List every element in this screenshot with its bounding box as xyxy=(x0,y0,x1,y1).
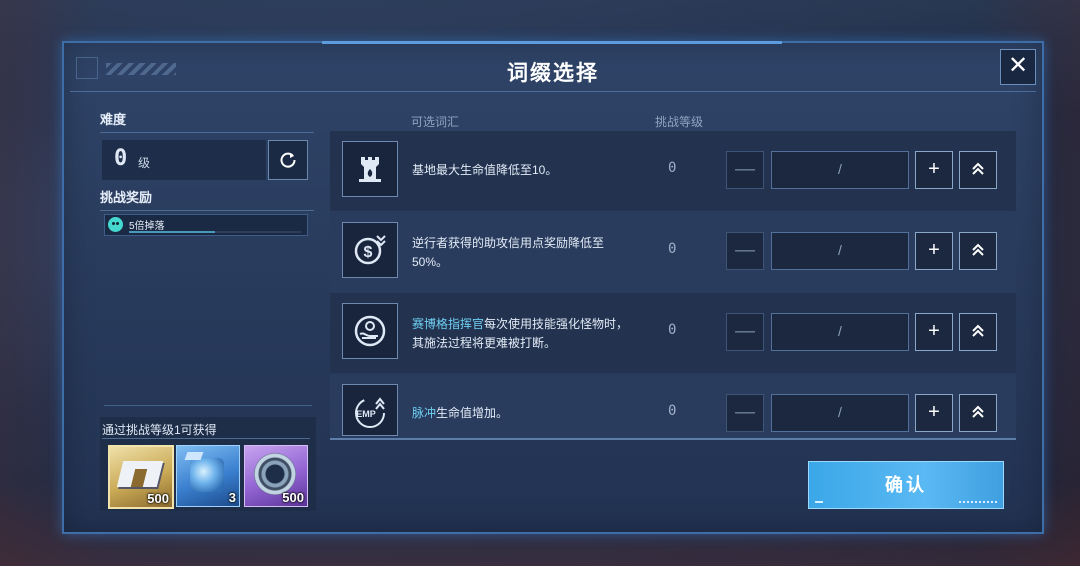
difficulty-unit: 级 xyxy=(138,156,151,170)
double-chevron-up-icon xyxy=(972,405,984,418)
max-level-button[interactable] xyxy=(959,151,997,189)
difficulty-value: 0 xyxy=(114,146,128,171)
reward-item: 5倍掉落 xyxy=(104,214,308,236)
obtain-label: 通过挑战等级1可获得 xyxy=(102,423,217,437)
max-level-button[interactable] xyxy=(959,313,997,351)
reward-progress-fill xyxy=(129,231,215,233)
level-field[interactable]: / xyxy=(771,394,909,432)
dialog-title: 词缀选择 xyxy=(507,62,599,85)
svg-text:EMP: EMP xyxy=(356,409,376,419)
decrease-button[interactable]: — xyxy=(726,151,764,189)
reward-text: 5倍掉落 xyxy=(129,221,165,232)
level-field[interactable]: / xyxy=(771,313,909,351)
svg-text:$: $ xyxy=(364,244,373,261)
affix-row: EMP 脉冲生命值增加。 0 — / + xyxy=(330,374,1016,438)
level-field[interactable]: / xyxy=(771,151,909,189)
divider xyxy=(100,132,314,133)
divider xyxy=(100,210,314,211)
credit-down-icon: $ xyxy=(354,235,386,265)
item-count: 500 xyxy=(147,491,169,506)
hand-orb-icon xyxy=(354,315,386,347)
table-bottom-line xyxy=(330,438,1016,440)
cube-icon xyxy=(190,458,224,492)
affix-row: $ 逆行者获得的助攻信用点奖励降低至50%。 0 — / + xyxy=(330,212,1016,292)
increase-button[interactable]: + xyxy=(915,313,953,351)
close-button[interactable]: ✕ xyxy=(1000,49,1036,85)
affix-description: 脉冲生命值增加。 xyxy=(412,406,509,420)
left-panel: 难度 0 级 挑战奖励 5倍掉落 xyxy=(100,109,314,236)
reward-progress-bar xyxy=(129,231,301,233)
tower-icon xyxy=(359,157,381,182)
double-chevron-up-icon xyxy=(972,243,984,256)
obtain-rewards: 通过挑战等级1可获得 500 3 500 xyxy=(100,417,316,511)
smiley-icon xyxy=(108,217,123,232)
affix-row: 基地最大生命值降低至10。 0 — / + xyxy=(330,131,1016,211)
confirm-label: 确认 xyxy=(885,475,927,495)
refresh-icon xyxy=(280,152,296,168)
decrease-button[interactable]: — xyxy=(726,232,764,270)
confirm-button[interactable]: 确认 xyxy=(808,461,1004,509)
level-field[interactable]: / xyxy=(771,232,909,270)
affix-dialog: 词缀选择 ✕ 难度 0 级 挑战奖励 5倍掉落 通过挑战等级1可获得 500 3… xyxy=(62,41,1044,534)
divider xyxy=(104,405,312,406)
affix-icon-box: $ xyxy=(342,222,398,278)
difficulty-display: 0 级 xyxy=(102,140,266,180)
reset-button[interactable] xyxy=(268,140,308,180)
double-chevron-up-icon xyxy=(972,324,984,337)
difficulty-row: 0 级 xyxy=(100,140,314,180)
ring-icon xyxy=(254,453,296,495)
affix-level: 0 xyxy=(668,241,677,257)
affix-row: 赛博格指挥官每次使用技能强化怪物时，其施法过程将更难被打断。 0 — / + xyxy=(330,293,1016,373)
reward-label: 挑战奖励 xyxy=(100,190,153,205)
affix-icon-box xyxy=(342,303,398,359)
difficulty-label: 难度 xyxy=(100,112,127,127)
item-count: 500 xyxy=(282,490,304,505)
column-header-affix: 可选词汇 xyxy=(411,115,460,129)
affix-level: 0 xyxy=(668,322,677,338)
reward-section: 挑战奖励 xyxy=(100,187,314,211)
button-decoration xyxy=(815,501,823,503)
affix-description: 基地最大生命值降低至10。 xyxy=(412,163,558,177)
max-level-button[interactable] xyxy=(959,232,997,270)
affix-description: 逆行者获得的助攻信用点奖励降低至50%。 xyxy=(412,236,605,269)
affix-level: 0 xyxy=(668,160,677,176)
affix-icon-box: EMP xyxy=(342,384,398,436)
column-header-level: 挑战等级 xyxy=(655,115,704,129)
decrease-button[interactable]: — xyxy=(726,313,764,351)
divider xyxy=(102,438,310,439)
top-accent-line xyxy=(322,41,782,44)
button-decoration xyxy=(959,501,997,503)
affix-icon-box xyxy=(342,141,398,197)
affix-level: 0 xyxy=(668,403,677,419)
header-divider xyxy=(70,91,1036,92)
double-chevron-up-icon xyxy=(972,162,984,175)
increase-button[interactable]: + xyxy=(915,394,953,432)
item-count: 3 xyxy=(228,490,236,505)
ticket-icon xyxy=(116,461,164,487)
reward-item-ring[interactable]: 500 xyxy=(244,445,308,507)
reward-item-cube[interactable]: 3 xyxy=(176,445,240,507)
emp-icon: EMP xyxy=(355,397,385,428)
decrease-button[interactable]: — xyxy=(726,394,764,432)
max-level-button[interactable] xyxy=(959,394,997,432)
increase-button[interactable]: + xyxy=(915,232,953,270)
increase-button[interactable]: + xyxy=(915,151,953,189)
reward-item-ticket[interactable]: 500 xyxy=(108,445,174,509)
affix-description: 赛博格指挥官每次使用技能强化怪物时，其施法过程将更难被打断。 xyxy=(412,317,629,350)
